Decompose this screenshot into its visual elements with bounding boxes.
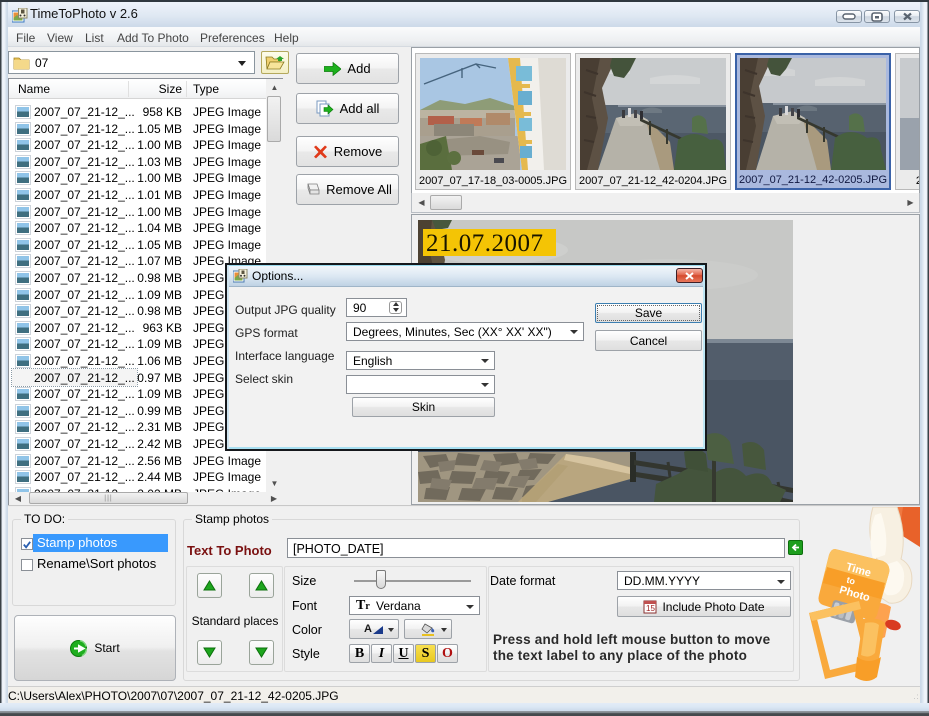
svg-text:A: A bbox=[364, 623, 372, 635]
svg-text:15: 15 bbox=[646, 604, 655, 613]
